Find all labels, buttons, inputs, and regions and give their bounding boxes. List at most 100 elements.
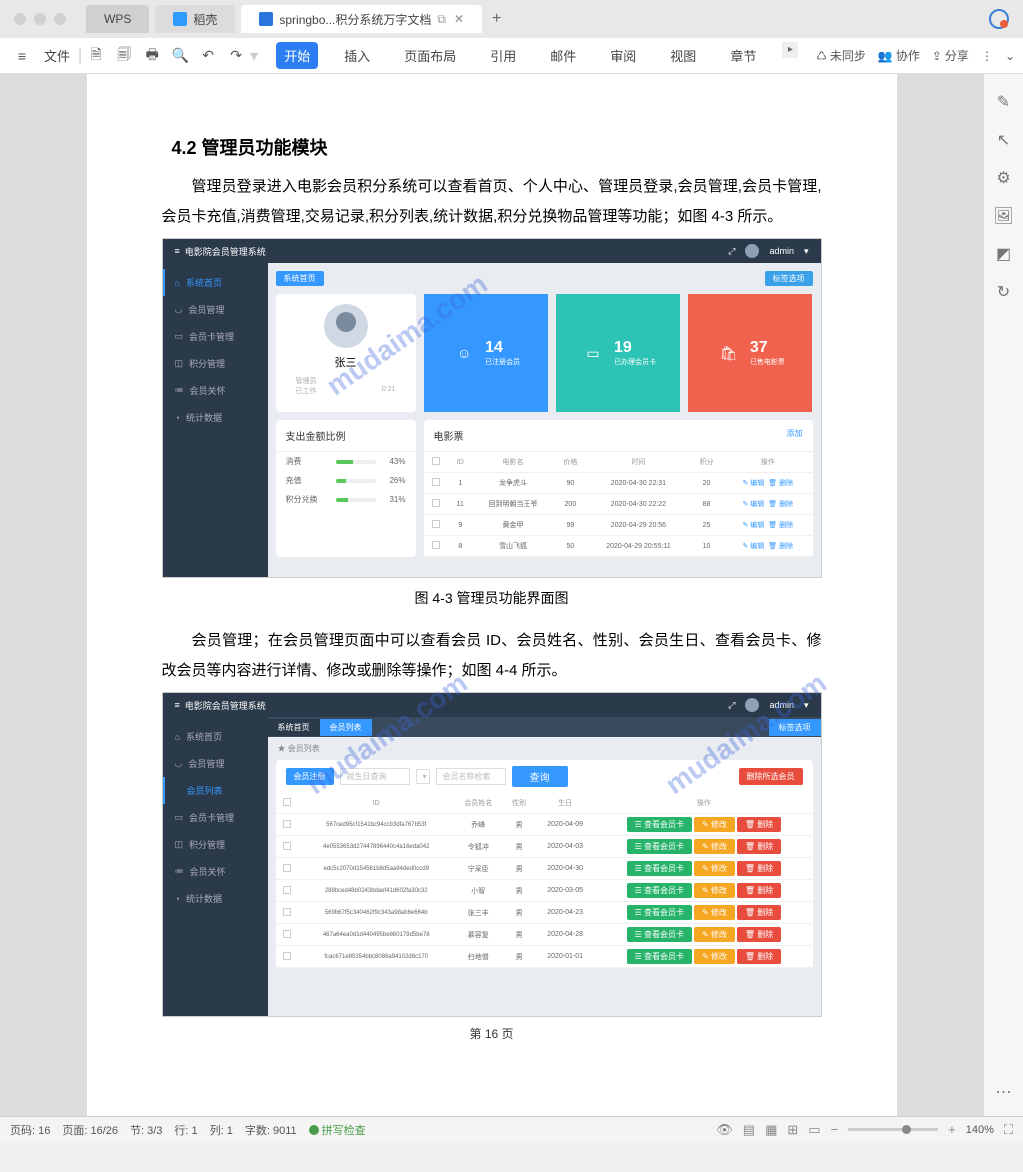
word-icon <box>259 12 273 26</box>
menu-more-icon[interactable]: ⋮ <box>981 49 993 63</box>
save-icon[interactable]: 🗎 <box>82 44 110 68</box>
status-section[interactable]: 节: 3/3 <box>130 1122 162 1138</box>
fig1-title: 电影院会员管理系统 <box>185 245 266 258</box>
pencil-icon[interactable]: ✎ <box>997 92 1010 112</box>
ribbon-layout[interactable]: 页面布局 <box>396 42 464 69</box>
history-icon[interactable]: ↻ <box>997 282 1010 302</box>
status-chars[interactable]: 字数: 9011 <box>245 1122 297 1138</box>
sync-status[interactable]: ♺ 未同步 <box>816 47 866 64</box>
ribbon-insert[interactable]: 插入 <box>336 42 378 69</box>
zoom-level[interactable]: 140% <box>966 1124 994 1136</box>
collapse-ribbon-icon[interactable]: ⌄ <box>1005 49 1015 63</box>
tab-window-icon[interactable]: ⧉ <box>437 12 446 27</box>
tab-close-icon[interactable]: ✕ <box>454 12 464 26</box>
ribbon-start[interactable]: 开始 <box>276 42 318 69</box>
table-row: 569b67f5c340462f9c343a98ab6e664b张三丰男2020… <box>276 902 813 924</box>
app-logo-icon <box>989 9 1009 29</box>
table-row: 11回到明朝当王爷2002020-04-30 22:2288✎ 编辑🗑 删除 <box>424 494 813 515</box>
tab-document-active[interactable]: springbo...积分系统万字文档 ⧉ ✕ <box>241 5 482 33</box>
print-icon[interactable]: 🖶 <box>138 44 166 68</box>
main-area: 4.2 管理员功能模块 管理员登录进入电影会员积分系统可以查看首页、个人中心、管… <box>0 74 1023 1116</box>
preview-icon[interactable]: 🔍 <box>166 47 194 64</box>
fig2-table: ID会员姓名性别生日操作 567ced95cf1541bc94ccb3dfa76… <box>276 793 813 968</box>
paragraph-2: 会员管理；在会员管理页面中可以查看会员 ID、会员姓名、性别、会员生日、查看会员… <box>162 626 822 686</box>
menu-file[interactable]: 文件 <box>36 46 78 65</box>
fig2-header: ≡ 电影院会员管理系统 ⤢ admin ▾ <box>163 693 821 717</box>
status-pagecount[interactable]: 页面: 16/26 <box>62 1122 118 1138</box>
eye-icon[interactable]: 👁 <box>716 1122 733 1138</box>
daoqiao-icon <box>173 12 187 26</box>
fig1-menu-icon: ≡ <box>175 246 180 256</box>
ribbon-chapter[interactable]: 章节 <box>722 42 764 69</box>
hamburger-icon[interactable]: ≡ <box>8 48 36 64</box>
status-spellcheck[interactable]: 拼写检查 <box>309 1122 366 1138</box>
fig1-sidebar: ⌂系统首页 ◡会员管理 ▭会员卡管理 ◫积分管理 ≔会员关怀 ◔统计数据 <box>163 263 268 577</box>
fig1-profile-avatar <box>324 304 368 348</box>
ribbon-ref[interactable]: 引用 <box>482 42 524 69</box>
view-page-icon[interactable]: ▤ <box>743 1122 755 1138</box>
undo-icon[interactable]: ↶ <box>194 47 222 64</box>
settings-icon[interactable]: ⚙ <box>996 168 1010 188</box>
fig1-stat-members: ☺14已注册会员 <box>424 294 548 412</box>
status-row: 行: 1 <box>174 1122 197 1138</box>
fig2-tab-opt: 标签选项 <box>769 719 821 736</box>
view-read-icon[interactable]: ▭ <box>808 1122 820 1138</box>
fig1-movie-panel: 电影票添加 ID电影名价格时间积分操作 1龙争虎斗902020-04-30 22… <box>424 420 813 557</box>
figure-4-4: ≡ 电影院会员管理系统 ⤢ admin ▾ ⌂系统首页 ◡会员管理 会员列表 ▭ <box>162 692 822 1017</box>
fig2-title: 电影院会员管理系统 <box>185 699 266 712</box>
zoom-out-icon[interactable]: − <box>831 1122 839 1137</box>
ribbon-tabs: 开始 插入 页面布局 引用 邮件 审阅 视图 章节 ▸ <box>276 42 798 69</box>
fullscreen-icon[interactable]: ⛶ <box>1004 1122 1013 1138</box>
cursor-icon[interactable]: ↖ <box>997 130 1010 150</box>
status-page[interactable]: 页码: 16 <box>10 1122 50 1138</box>
ribbon-mail[interactable]: 邮件 <box>542 42 584 69</box>
menu-right: ♺ 未同步 👥 协作 ⇪ 分享 ⋮ ⌄ <box>816 47 1015 64</box>
fig2-breadcrumb: ★ 会员列表 <box>268 737 821 760</box>
fig2-user: admin <box>769 700 794 710</box>
fig2-input-date: 就生日查询 <box>340 768 410 785</box>
view-outline-icon[interactable]: ▦ <box>765 1122 777 1138</box>
shape-icon[interactable]: ◩ <box>996 244 1011 264</box>
ribbon-review[interactable]: 审阅 <box>602 42 644 69</box>
table-row: edc5c2070d154561b8d5aa94ded0ccd9宁采臣男2020… <box>276 858 813 880</box>
table-row: 8雪山飞狐502020-04-29 20:55:1110✎ 编辑🗑 删除 <box>424 536 813 557</box>
user-icon: ☺ <box>451 340 477 366</box>
tab-wps[interactable]: WPS <box>86 5 149 33</box>
statusbar: 页码: 16 页面: 16/26 节: 3/3 行: 1 列: 1 字数: 90… <box>0 1116 1023 1142</box>
fig1-nav-stats: ◔统计数据 <box>163 404 268 431</box>
fig1-nav-care: ≔会员关怀 <box>163 377 268 404</box>
image-icon[interactable]: 🖼 <box>993 206 1013 226</box>
close-dot[interactable] <box>14 13 26 25</box>
fig1-tab-home: 系统首页 <box>276 271 324 286</box>
min-dot[interactable] <box>34 13 46 25</box>
fig1-user: admin <box>769 246 794 256</box>
ribbon-more-icon[interactable]: ▸ <box>782 42 798 58</box>
max-dot[interactable] <box>54 13 66 25</box>
zoom-in-icon[interactable]: + <box>948 1122 956 1137</box>
page-number: 第 16 页 <box>162 1025 822 1042</box>
tab-add-icon[interactable]: + <box>492 10 501 28</box>
table-row: 567ced95cf1541bc94ccb3dfa767b53f乔峰男2020-… <box>276 814 813 836</box>
fig1-ratio-panel: 支出金额比例 消费43%充值26%积分兑换31% <box>276 420 416 557</box>
tab-daoqiao[interactable]: 稻壳 <box>155 5 235 33</box>
ribbon-view[interactable]: 视图 <box>662 42 704 69</box>
bag-icon: 🛍 <box>716 340 742 366</box>
fig1-profile-name: 张三 <box>286 354 406 370</box>
view-web-icon[interactable]: ⊞ <box>787 1122 798 1138</box>
ratio-bar: 积分兑换31% <box>276 490 416 509</box>
zoom-slider[interactable] <box>848 1128 938 1131</box>
fig1-nav-member: ◡会员管理 <box>163 296 268 323</box>
fig2-input-name: 会员名称检索 <box>436 768 506 785</box>
more-icon[interactable]: ⋯ <box>996 1082 1012 1102</box>
document-viewport[interactable]: 4.2 管理员功能模块 管理员登录进入电影会员积分系统可以查看首页、个人中心、管… <box>0 74 983 1116</box>
side-panel: ✎ ↖ ⚙ 🖼 ◩ ↻ ⋯ <box>983 74 1023 1116</box>
fig2-nav-list: 会员列表 <box>163 777 268 804</box>
share-button[interactable]: ⇪ 分享 <box>932 47 969 64</box>
collab-button[interactable]: 👥 协作 <box>878 47 920 64</box>
fig2-btn-delete-selected: 删除所选会员 <box>739 768 803 785</box>
saveas-icon[interactable]: 🗐 <box>110 44 138 68</box>
fig2-nav-card: ▭会员卡管理 <box>163 804 268 831</box>
redo-icon[interactable]: ↷ <box>222 47 250 64</box>
fig2-avatar-icon <box>745 698 759 712</box>
caption-4-3: 图 4-3 管理员功能界面图 <box>162 588 822 608</box>
